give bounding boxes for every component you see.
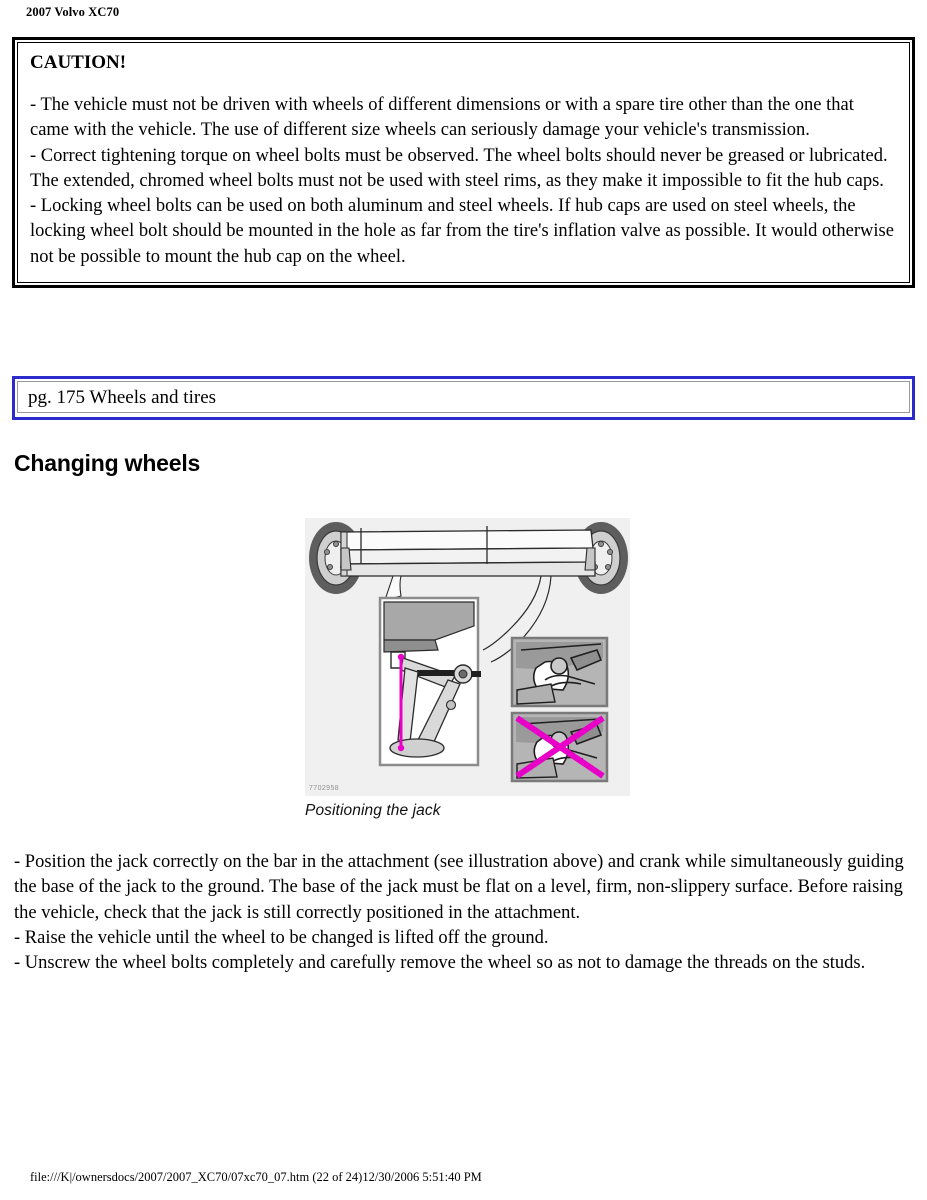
inset-incorrect-placement <box>510 711 609 783</box>
caution-box-inner: CAUTION! - The vehicle must not be drive… <box>17 42 910 284</box>
figure-caption: Positioning the jack <box>305 802 441 819</box>
caution-paragraph-3: - Locking wheel bolts can be used on bot… <box>30 196 894 267</box>
body-paragraph-2: - Raise the vehicle until the wheel to b… <box>14 927 549 948</box>
rocker-panel <box>340 526 596 577</box>
figure-positioning-the-jack: 7702958 Positioning the jack <box>305 518 630 820</box>
jack-detail-panel <box>378 596 481 767</box>
page-reference-box[interactable]: pg. 175 Wheels and tires <box>12 376 915 420</box>
section-heading: Changing wheels <box>14 450 201 476</box>
caution-body: - The vehicle must not be driven with wh… <box>30 93 897 270</box>
caution-paragraph-2: - Correct tightening torque on wheel bol… <box>30 145 888 191</box>
page-reference-text: pg. 175 Wheels and tires <box>28 386 217 408</box>
body-text: - Position the jack correctly on the bar… <box>14 850 912 976</box>
body-paragraph-3: - Unscrew the wheel bolts completely and… <box>14 953 866 974</box>
figure-id-label: 7702958 <box>309 785 340 792</box>
page-footer-path: file:///K|/ownersdocs/2007/2007_XC70/07x… <box>30 1170 482 1184</box>
inset-correct-placement <box>510 636 609 708</box>
caution-box: CAUTION! - The vehicle must not be drive… <box>12 37 915 289</box>
caution-title: CAUTION! <box>30 52 127 73</box>
page-header-title: 2007 Volvo XC70 <box>26 5 120 19</box>
figure-image: 7702958 <box>305 518 630 796</box>
caution-paragraph-1: - The vehicle must not be driven with wh… <box>30 94 854 141</box>
jack-positioning-illustration <box>305 518 630 796</box>
body-paragraph-1: - Position the jack correctly on the bar… <box>14 852 904 923</box>
page-reference-box-inner: pg. 175 Wheels and tires <box>17 381 910 413</box>
